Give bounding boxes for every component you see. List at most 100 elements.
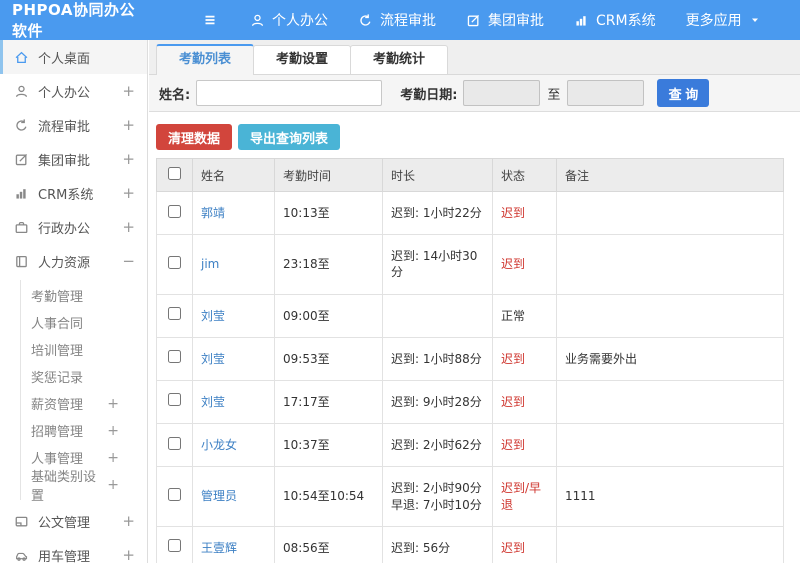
sidebar-item-personal-desktop[interactable]: 个人桌面	[0, 40, 147, 74]
sidebar-item-admin-office[interactable]: 行政办公 +	[0, 210, 147, 244]
topnav-group-approval[interactable]: 集团审批	[466, 10, 544, 30]
employee-name-link[interactable]: 小龙女	[201, 438, 237, 452]
sidebar-item-crm-system[interactable]: CRM系统 +	[0, 176, 147, 210]
employee-name-link[interactable]: 刘莹	[201, 352, 225, 366]
select-all-checkbox[interactable]	[168, 167, 181, 180]
process-icon	[358, 13, 373, 28]
hamburger-menu-icon[interactable]	[190, 12, 230, 28]
table-header-row: 姓名 考勤时间 时长 状态 备注	[156, 158, 784, 192]
tab-attendance-settings[interactable]: 考勤设置	[253, 45, 352, 74]
car-icon	[14, 548, 29, 563]
row-checkbox[interactable]	[168, 255, 181, 269]
topnav-label: CRM系统	[596, 13, 656, 29]
employee-name-link[interactable]: jim	[201, 257, 219, 271]
row-checkbox[interactable]	[168, 307, 181, 321]
expand-plus-icon[interactable]: +	[107, 397, 119, 411]
sidebar-subitem-salary-mgmt[interactable]: 薪资管理 +	[21, 390, 147, 417]
tab-attendance-list[interactable]: 考勤列表	[156, 44, 255, 75]
row-checkbox[interactable]	[168, 350, 181, 364]
user-icon	[14, 84, 29, 99]
expand-plus-icon[interactable]: +	[122, 547, 135, 563]
home-icon	[14, 50, 29, 65]
date-to-input[interactable]	[567, 80, 645, 106]
sidebar-subitem-recruit-mgmt[interactable]: 招聘管理 +	[21, 417, 147, 444]
row-checkbox[interactable]	[168, 436, 181, 450]
status-badge: 迟到	[492, 234, 557, 295]
filter-bar: 姓名: 考勤日期: 至 查 询	[149, 75, 800, 112]
collapse-minus-icon[interactable]: −	[122, 253, 135, 269]
expand-plus-icon[interactable]: +	[122, 83, 135, 99]
row-checkbox[interactable]	[168, 393, 181, 407]
sidebar-item-group-approval[interactable]: 集团审批 +	[0, 142, 147, 176]
employee-name-link[interactable]: 刘莹	[201, 309, 225, 323]
sidebar-subitem-attendance-mgmt[interactable]: 考勤管理	[21, 282, 147, 309]
attendance-panel: 清理数据 导出查询列表 姓名 考勤时间 时长 状态 备注 郭靖 10:13至 迟…	[149, 112, 800, 563]
sidebar-item-personal-office[interactable]: 个人办公 +	[0, 74, 147, 108]
sidebar-item-process-approval[interactable]: 流程审批 +	[0, 108, 147, 142]
duration: 迟到: 2小时62分	[382, 423, 493, 468]
expand-plus-icon[interactable]: +	[122, 219, 135, 235]
sidebar-subitem-training-mgmt[interactable]: 培训管理	[21, 336, 147, 363]
name-filter-input[interactable]	[196, 80, 383, 106]
tab-attendance-stats[interactable]: 考勤统计	[350, 45, 449, 74]
expand-plus-icon[interactable]: +	[107, 424, 119, 438]
app-window: PHPOA协同办公软件 个人办公 流程审批 集团审批 CRM系统 更多应用 个人…	[0, 0, 800, 563]
clean-data-button[interactable]: 清理数据	[156, 124, 233, 150]
expand-plus-icon[interactable]: +	[107, 451, 119, 465]
caret-down-icon	[749, 14, 761, 26]
app-logo: PHPOA协同办公软件	[12, 1, 135, 40]
employee-name-link[interactable]: 刘莹	[201, 395, 225, 409]
sidebar-subitem-hr-contract[interactable]: 人事合同	[21, 309, 147, 336]
attendance-table: 姓名 考勤时间 时长 状态 备注 郭靖 10:13至 迟到: 1小时22分 迟到	[156, 158, 784, 563]
expand-plus-icon[interactable]: +	[122, 513, 135, 529]
export-list-button[interactable]: 导出查询列表	[238, 124, 341, 150]
remark	[556, 525, 784, 563]
expand-plus-icon[interactable]: +	[107, 478, 119, 492]
row-checkbox[interactable]	[168, 204, 181, 218]
table-row: 刘莹 17:17至 迟到: 9小时28分 迟到	[156, 379, 784, 425]
remark: 1111	[556, 466, 784, 527]
sidebar-item-label: 个人办公	[38, 85, 91, 101]
sidebar-subitem-base-category-settings[interactable]: 基础类别设置 +	[21, 470, 147, 504]
topnav-personal-office[interactable]: 个人办公	[250, 10, 328, 30]
expand-plus-icon[interactable]: +	[122, 185, 135, 201]
process-icon	[14, 118, 29, 133]
table-row: jim 23:18至 迟到: 14小时30分 迟到	[156, 234, 784, 295]
row-checkbox[interactable]	[168, 539, 181, 553]
column-header-duration: 时长	[382, 158, 493, 192]
sidebar-subitem-label: 培训管理	[31, 344, 84, 359]
duration: 迟到: 1小时88分	[382, 336, 493, 381]
sidebar-item-vehicle-mgmt[interactable]: 用车管理 +	[0, 538, 147, 563]
topnav-process-approval[interactable]: 流程审批	[358, 10, 436, 30]
date-from-input[interactable]	[463, 80, 541, 106]
status-badge: 迟到	[492, 336, 557, 381]
sidebar-item-document-mgmt[interactable]: 公文管理 +	[0, 504, 147, 538]
duration: 迟到: 14小时30分	[382, 234, 493, 295]
employee-name-link[interactable]: 郭靖	[201, 206, 225, 220]
remark	[556, 234, 784, 295]
duration: 迟到: 2小时90分 早退: 7小时10分	[382, 466, 493, 527]
sidebar-subitem-reward-records[interactable]: 奖惩记录	[21, 363, 147, 390]
expand-plus-icon[interactable]: +	[122, 117, 135, 133]
remark	[556, 423, 784, 468]
top-navigation: 个人办公 流程审批 集团审批 CRM系统 更多应用	[250, 10, 761, 30]
remark	[556, 293, 784, 338]
employee-name-link[interactable]: 管理员	[201, 489, 237, 503]
attendance-time: 17:17至	[274, 379, 383, 425]
tab-bar: 考勤列表 考勤设置 考勤统计	[149, 40, 800, 75]
duration: 迟到: 56分	[382, 525, 493, 563]
sidebar-item-human-resources[interactable]: 人力资源 −	[0, 244, 147, 278]
employee-name-link[interactable]: 王壹辉	[201, 541, 237, 555]
table-row: 郭靖 10:13至 迟到: 1小时22分 迟到	[156, 190, 784, 236]
remark	[556, 190, 784, 236]
topnav-more-apps[interactable]: 更多应用	[686, 10, 761, 30]
column-header-status: 状态	[492, 158, 557, 192]
duration: 迟到: 1小时22分	[382, 190, 493, 236]
query-button[interactable]: 查 询	[657, 79, 710, 107]
status-badge: 迟到	[492, 190, 557, 236]
topnav-label: 更多应用	[685, 13, 742, 29]
row-checkbox[interactable]	[168, 487, 181, 501]
expand-plus-icon[interactable]: +	[122, 151, 135, 167]
topnav-crm-system[interactable]: CRM系统	[574, 10, 656, 30]
sidebar-subitem-label: 基础类别设置	[31, 469, 97, 504]
